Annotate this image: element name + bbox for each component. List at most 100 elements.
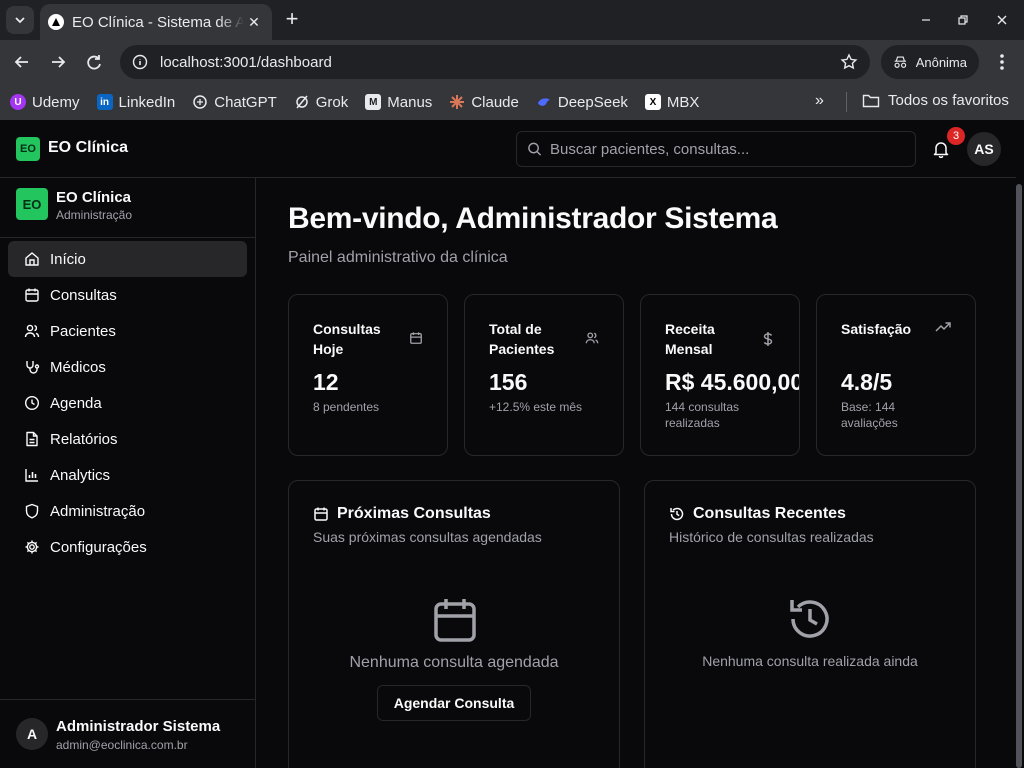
tab-title: EO Clínica - Sistema de Agendamento — [72, 13, 244, 31]
stat-note: Base: 144 avaliações — [841, 400, 898, 430]
sidebar-clinic-name: EO Clínica — [56, 189, 132, 206]
calendar-icon — [434, 599, 476, 642]
manus-icon: M — [365, 94, 382, 110]
shield-icon — [25, 503, 39, 519]
sidebar-item-label: Médicos — [50, 358, 106, 376]
sidebar-menu: Início Consultas Pacientes Médicos Agend… — [8, 241, 247, 565]
stat-title: Total de Pacientes — [489, 321, 555, 357]
stat-value: R$ 45.600,00 — [665, 369, 800, 395]
sidebar-item-configuracoes[interactable]: Configurações — [8, 529, 247, 565]
recent-appointments-card: Consultas Recentes Histórico de consulta… — [644, 480, 976, 768]
home-icon — [25, 252, 39, 266]
tab-search-button[interactable] — [6, 6, 34, 34]
bookmark-linkedin[interactable]: in LinkedIn — [96, 94, 175, 111]
browser-tab[interactable]: EO Clínica - Sistema de Agendamento ✕ — [40, 4, 272, 40]
sidebar-item-relatorios[interactable]: Relatórios — [8, 421, 247, 457]
sidebar-logo: EO — [16, 188, 48, 220]
folder-icon — [862, 94, 880, 107]
sidebar-item-administracao[interactable]: Administração — [8, 493, 247, 529]
bookmark-label: ChatGPT — [214, 93, 277, 111]
sidebar: EO EO Clínica Administração Início Consu… — [0, 178, 256, 768]
page-title: Bem-vindo, Administrador Sistema — [288, 202, 778, 235]
schedule-appointment-button[interactable]: Agendar Consulta — [377, 685, 531, 721]
sidebar-user-card[interactable]: A Administrador Sistema admin@eoclinica.… — [0, 699, 255, 768]
grok-icon — [296, 95, 308, 109]
page-scrollbar[interactable] — [1016, 120, 1024, 768]
panel-title: Próximas Consultas — [313, 505, 491, 523]
top-navbar: EO EO Clínica 3 AS — [0, 120, 1016, 178]
forward-icon[interactable] — [48, 52, 68, 72]
stat-title: Receita Mensal — [665, 321, 715, 357]
stat-card-receita-mensal: Receita Mensal R$ 45.600,00 144 consulta… — [640, 294, 800, 456]
bookmark-deepseek[interactable]: DeepSeek — [536, 94, 628, 111]
app-root: EO EO Clínica 3 AS EO EO Clínica Adminis… — [0, 120, 1024, 768]
stat-card-satisfacao: Satisfação 4.8/5 Base: 144 avaliações — [816, 294, 976, 456]
stat-note: +12.5% este mês — [489, 400, 583, 414]
browser-menu-icon[interactable] — [992, 52, 1012, 72]
browser-tab-bar: EO Clínica - Sistema de Agendamento ✕ + — [0, 0, 1024, 40]
sidebar-item-analytics[interactable]: Analytics — [8, 457, 247, 493]
calendar-icon — [25, 288, 39, 302]
scrollbar-thumb[interactable] — [1016, 184, 1022, 768]
claude-icon — [450, 95, 465, 109]
sidebar-item-pacientes[interactable]: Pacientes — [8, 313, 247, 349]
udemy-icon: U — [10, 94, 26, 110]
panel-description: Suas próximas consultas agendadas — [313, 529, 542, 545]
users-icon — [24, 324, 40, 338]
incognito-indicator[interactable]: Anônima — [881, 45, 979, 79]
bookmark-claude[interactable]: Claude — [449, 94, 519, 111]
stat-note: 144 consultas realizadas — [665, 400, 740, 430]
tab-close-icon[interactable]: ✕ — [244, 12, 264, 32]
sidebar-item-medicos[interactable]: Médicos — [8, 349, 247, 385]
stat-note: 8 pendentes — [313, 400, 380, 414]
brand-logo[interactable]: EO — [16, 137, 40, 161]
upcoming-appointments-card: Próximas Consultas Suas próximas consult… — [288, 480, 620, 768]
all-bookmarks-label: Todos os favoritos — [888, 92, 1009, 109]
stat-value: 4.8/5 — [841, 369, 893, 395]
notification-badge: 3 — [947, 127, 965, 145]
site-info-icon[interactable] — [132, 54, 148, 70]
bookmark-label: Grok — [315, 93, 349, 111]
new-tab-button[interactable]: + — [280, 8, 304, 32]
bell-icon[interactable] — [932, 140, 950, 158]
calendar-icon — [314, 507, 328, 521]
main-content: Bem-vindo, Administrador Sistema Painel … — [256, 178, 1016, 768]
trending-up-icon — [935, 322, 951, 332]
bookmark-label: MBX — [666, 93, 700, 111]
sidebar-item-label: Consultas — [50, 286, 117, 304]
global-search[interactable] — [516, 131, 916, 167]
close-window-icon[interactable] — [992, 10, 1012, 30]
stat-title: Consultas Hoje — [313, 321, 381, 357]
bookmark-manus[interactable]: M Manus — [365, 94, 432, 111]
bookmark-grok[interactable]: Grok — [294, 93, 349, 111]
all-bookmarks-button[interactable]: Todos os favoritos — [862, 92, 1009, 109]
user-avatar[interactable]: AS — [967, 132, 1001, 166]
sidebar-item-consultas[interactable]: Consultas — [8, 277, 247, 313]
minimize-icon[interactable] — [916, 10, 936, 30]
dollar-icon — [763, 332, 773, 346]
panel-title: Consultas Recentes — [669, 505, 846, 523]
bookmark-label: Claude — [471, 93, 519, 111]
bookmark-chatgpt[interactable]: ChatGPT — [192, 94, 277, 111]
sidebar-item-label: Configurações — [50, 538, 147, 556]
restore-icon[interactable] — [953, 10, 973, 30]
back-icon[interactable] — [12, 52, 32, 72]
sidebar-item-label: Agenda — [50, 394, 102, 412]
history-icon — [790, 600, 829, 638]
bookmark-mbx[interactable]: X MBX — [644, 93, 700, 111]
sidebar-item-label: Relatórios — [50, 430, 118, 448]
brand-name[interactable]: EO Clínica — [48, 139, 128, 157]
bookmark-star-icon[interactable] — [840, 53, 858, 71]
search-input[interactable] — [550, 140, 905, 158]
user-avatar: A — [16, 718, 48, 750]
incognito-label: Anônima — [915, 54, 967, 70]
stat-card-total-pacientes: Total de Pacientes 156 +12.5% este mês — [464, 294, 624, 456]
address-bar[interactable]: localhost:3001/dashboard — [120, 45, 870, 79]
mbx-icon: X — [644, 94, 661, 110]
reload-icon[interactable] — [84, 52, 104, 72]
sidebar-item-agenda[interactable]: Agenda — [8, 385, 247, 421]
sidebar-item-inicio[interactable]: Início — [8, 241, 247, 277]
bookmark-udemy[interactable]: U Udemy — [10, 94, 80, 111]
favicon-icon — [48, 14, 64, 30]
bookmarks-overflow-icon[interactable]: » — [815, 92, 824, 110]
